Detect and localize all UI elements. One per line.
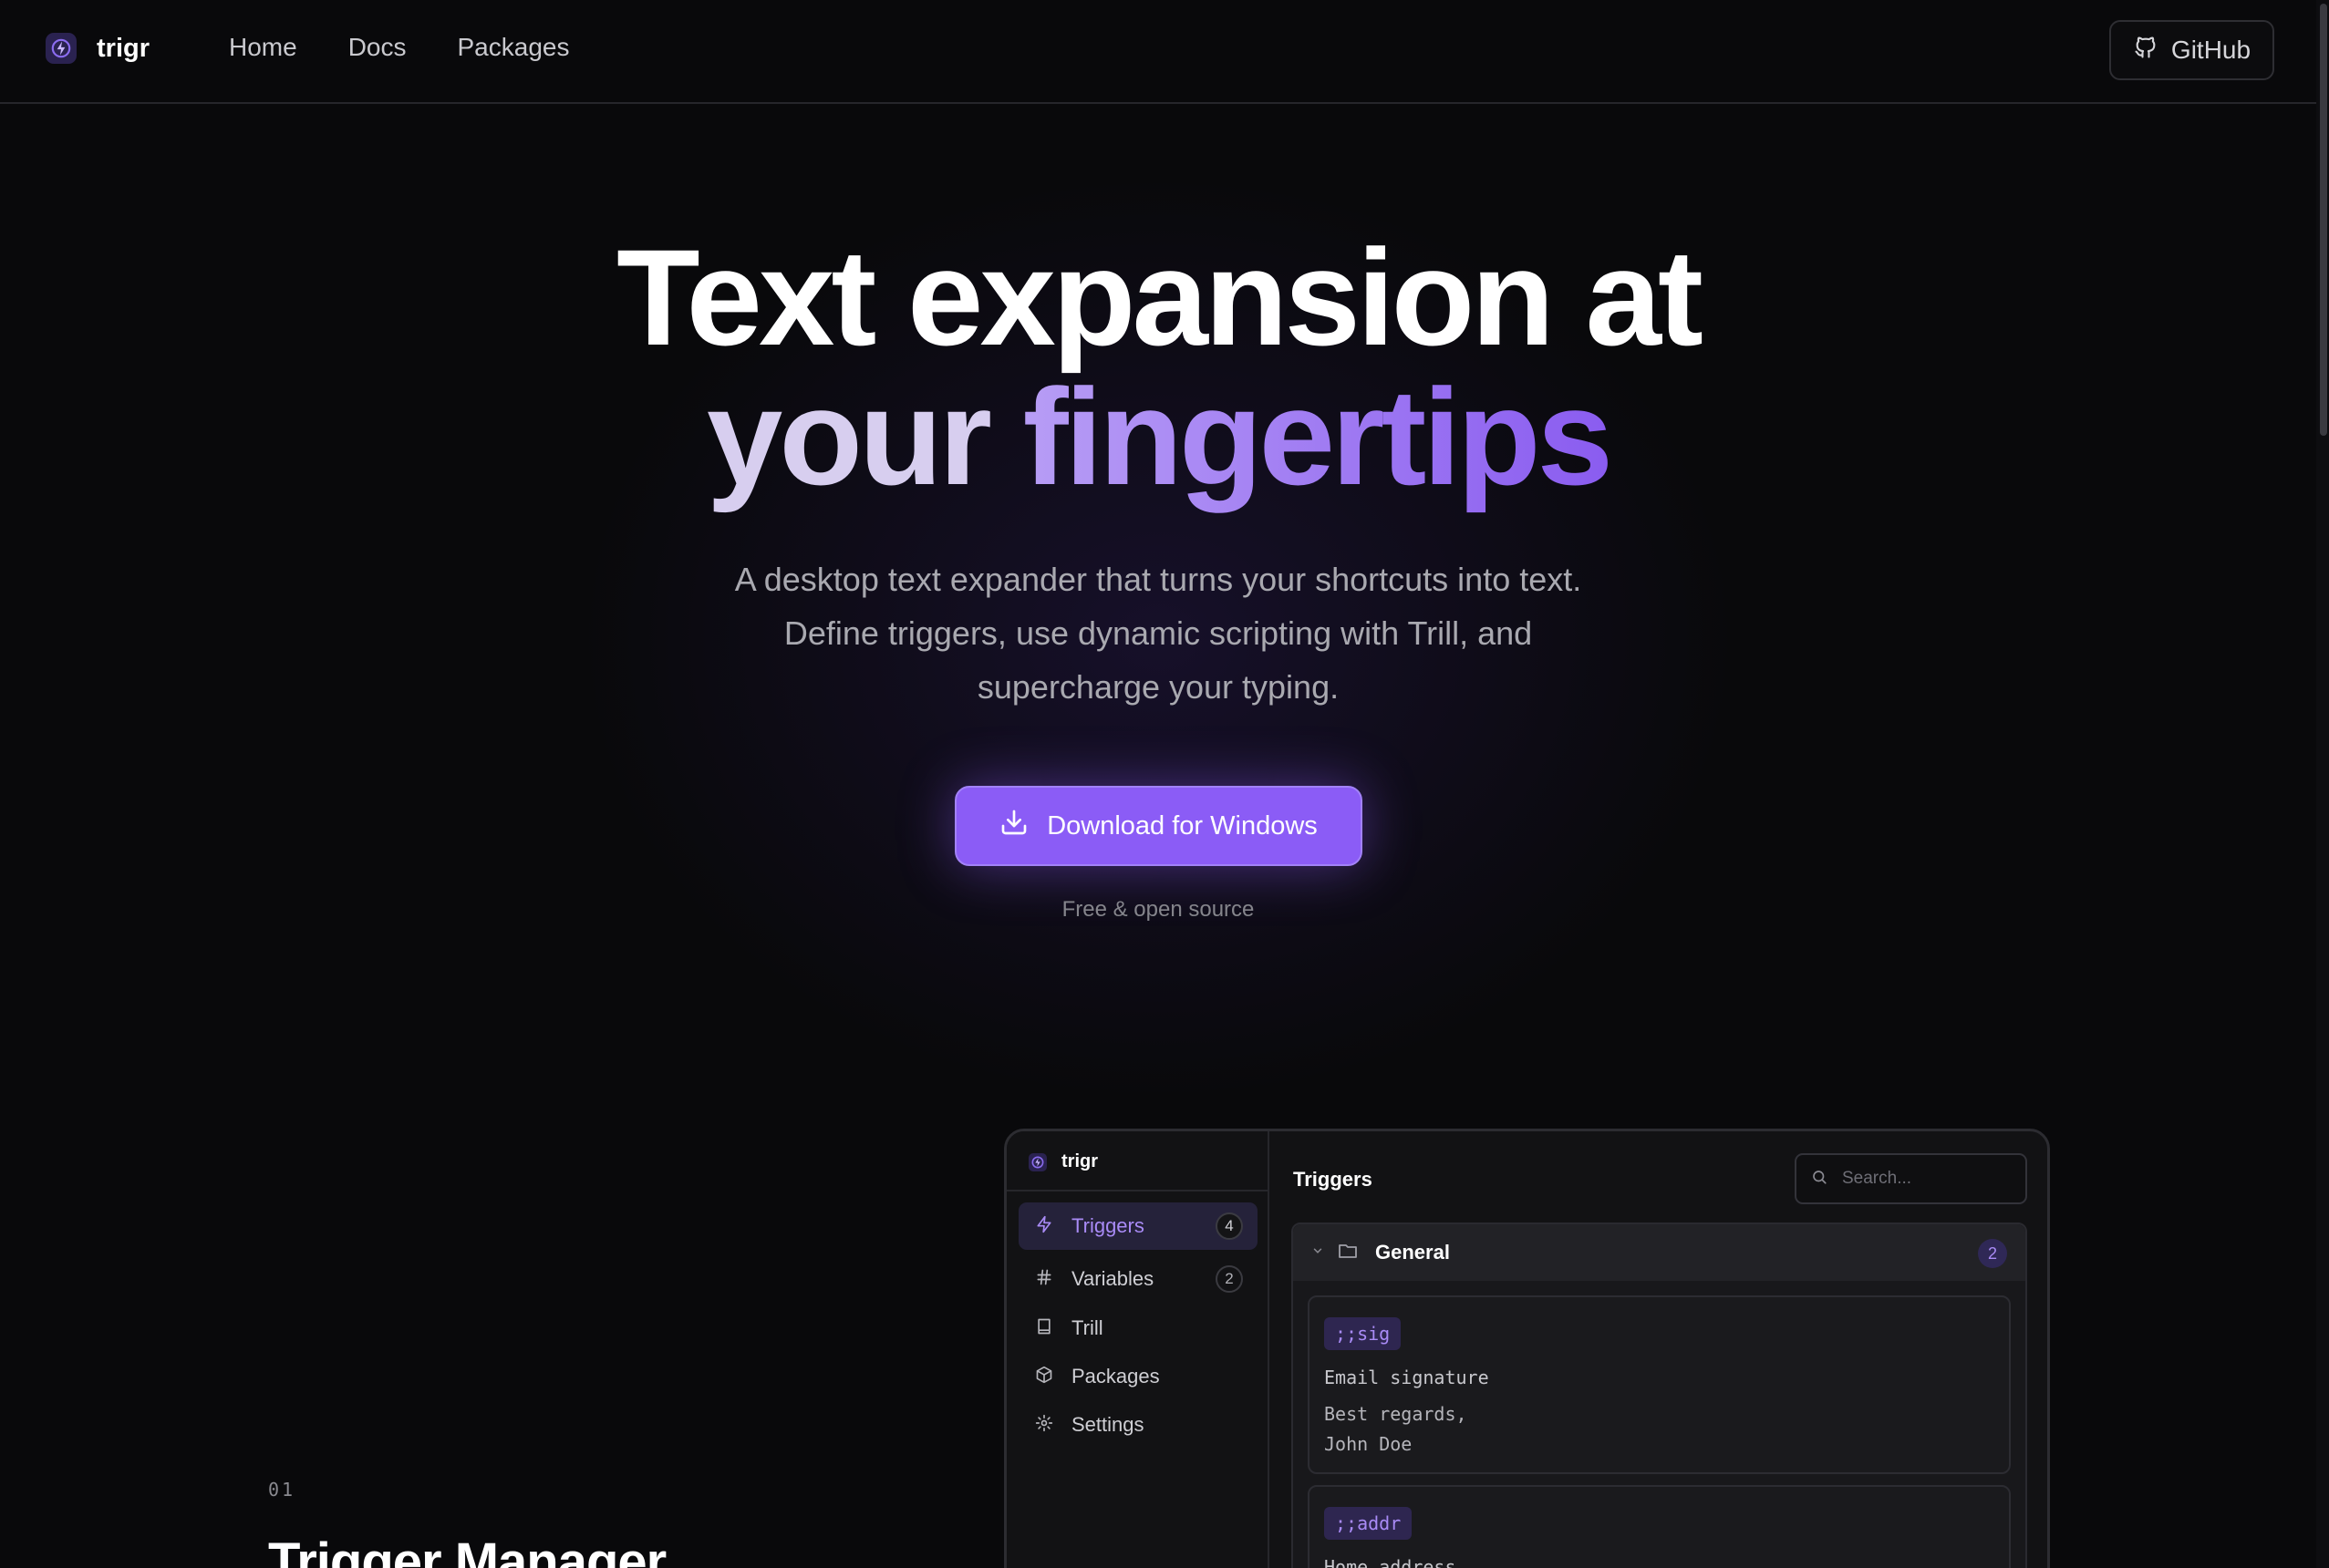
package-icon — [1035, 1366, 1053, 1388]
hero-subtitle-line: A desktop text expander that turns your … — [734, 561, 1582, 598]
lightning-logo-icon — [46, 33, 77, 64]
sidebar-item-triggers[interactable]: Triggers 4 — [1019, 1202, 1258, 1250]
github-button[interactable]: GitHub — [2109, 20, 2274, 80]
expansion-line: Best regards, — [1324, 1403, 1467, 1425]
group-header[interactable]: General 2 — [1293, 1224, 2025, 1281]
download-icon — [999, 808, 1029, 844]
hero-title-line1: Text expansion at — [616, 221, 1703, 374]
chevron-down-icon — [1311, 1244, 1324, 1262]
trigger-keyword: ;;sig — [1324, 1317, 1402, 1350]
expansion-line: John Doe — [1324, 1433, 1413, 1455]
brand-name: trigr — [97, 33, 150, 63]
hero-title-your: your — [706, 360, 992, 513]
trigger-group: General 2 ;;sig Email signature Best reg… — [1291, 1222, 2027, 1568]
download-button[interactable]: Download for Windows — [955, 786, 1362, 866]
search-input[interactable] — [1842, 1169, 2006, 1189]
hero-title: Text expansion at your fingertips — [0, 228, 2316, 507]
download-label: Download for Windows — [1047, 810, 1318, 841]
nav-links: Home Docs Packages — [229, 33, 569, 62]
sidebar-item-packages[interactable]: Packages — [1019, 1353, 1258, 1400]
sidebar-item-label: Packages — [1071, 1365, 1160, 1387]
group-count-badge: 2 — [1978, 1239, 2007, 1268]
app-preview: trigr Triggers 4 Variables 2 Trill Packa… — [1004, 1129, 2050, 1568]
book-icon — [1035, 1317, 1053, 1340]
lightning-logo-icon — [1029, 1152, 1047, 1171]
sidebar-item-trill[interactable]: Trill — [1019, 1305, 1258, 1352]
top-nav: trigr Home Docs Packages GitHub — [0, 0, 2316, 104]
trigger-card[interactable]: ;;sig Email signature Best regards, John… — [1308, 1295, 2011, 1474]
trigger-card[interactable]: ;;addr Home address — [1308, 1485, 2011, 1568]
github-label: GitHub — [2170, 36, 2251, 64]
hash-icon — [1035, 1268, 1053, 1291]
sidebar-item-label: Variables — [1071, 1267, 1154, 1290]
sidebar-item-label: Triggers — [1071, 1214, 1144, 1237]
lightning-icon — [1035, 1215, 1053, 1238]
nav-link-home[interactable]: Home — [229, 33, 297, 62]
sidebar-item-label: Trill — [1071, 1316, 1103, 1339]
hero-title-line2: your fingertips — [0, 367, 2316, 507]
trigger-description: Home address — [1324, 1556, 1456, 1568]
trigger-description: Email signature — [1324, 1367, 1489, 1388]
search-icon — [1811, 1169, 1827, 1190]
app-sidebar: trigr Triggers 4 Variables 2 Trill Packa… — [1007, 1131, 1269, 1568]
gear-icon — [1035, 1414, 1053, 1437]
github-icon — [2133, 35, 2158, 67]
page: trigr Home Docs Packages GitHub Text exp… — [0, 0, 2329, 1568]
app-main: Triggers General 2 — [1269, 1131, 2047, 1568]
page-title: Triggers — [1293, 1168, 1372, 1191]
count-badge: 2 — [1216, 1265, 1243, 1293]
group-name: General — [1375, 1241, 1450, 1264]
hero-subtitle-line: supercharge your typing. — [977, 668, 1340, 706]
sidebar-item-label: Settings — [1071, 1413, 1144, 1436]
scrollbar-thumb[interactable] — [2320, 4, 2327, 436]
hero-subtitle: A desktop text expander that turns your … — [0, 552, 2316, 714]
trigger-keyword: ;;addr — [1324, 1507, 1413, 1540]
free-note: Free & open source — [1061, 897, 1255, 922]
hero-title-fingertips: fingertips — [1022, 360, 1613, 513]
hero-subtitle-line: Define triggers, use dynamic scripting w… — [783, 614, 1533, 652]
brand-logo[interactable]: trigr — [46, 33, 150, 64]
feature-title: Trigger Manager — [268, 1532, 667, 1568]
search-field[interactable] — [1795, 1153, 2027, 1204]
trigger-expansion: Best regards, John Doe — [1324, 1399, 1467, 1460]
sidebar-item-settings[interactable]: Settings — [1019, 1401, 1258, 1449]
sidebar-item-variables[interactable]: Variables 2 — [1019, 1255, 1258, 1303]
nav-link-packages[interactable]: Packages — [458, 33, 570, 62]
app-brand-name: trigr — [1061, 1151, 1098, 1171]
divider — [1007, 1190, 1268, 1191]
app-brand: trigr — [1029, 1151, 1098, 1172]
feature-number: 01 — [268, 1479, 296, 1501]
folder-icon — [1337, 1240, 1359, 1266]
nav-link-docs[interactable]: Docs — [348, 33, 407, 62]
count-badge: 4 — [1216, 1212, 1243, 1240]
